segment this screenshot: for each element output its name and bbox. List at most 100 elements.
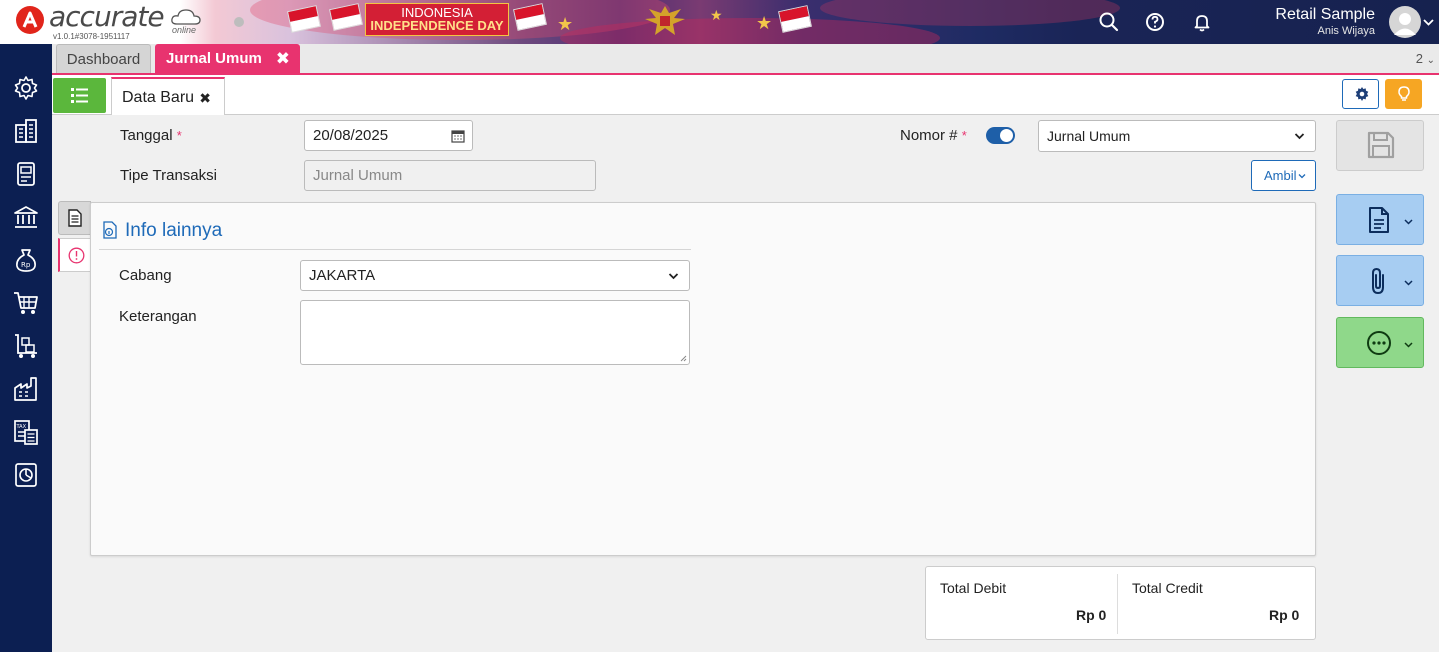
cabang-value: JAKARTA (309, 267, 376, 284)
nomor-label-text: Nomor # (900, 127, 958, 144)
factory-icon[interactable] (12, 375, 40, 403)
tanggal-label: Tanggal * (120, 127, 182, 144)
totals-box: Total Debit Rp 0 Total Credit Rp 0 (925, 566, 1316, 640)
avatar[interactable] (1389, 6, 1421, 38)
total-debit-label: Total Debit (940, 580, 1007, 596)
tab-label: Data Baru (122, 89, 195, 106)
chevron-down-icon (1404, 342, 1413, 348)
tab-count-value: 2 (1415, 51, 1423, 66)
banner-line2: INDEPENDENCE DAY (370, 18, 504, 33)
list-icon (71, 88, 88, 103)
chevron-down-icon (1404, 280, 1413, 286)
chevron-down-icon[interactable] (1423, 17, 1434, 27)
cloud-icon (171, 9, 201, 25)
star-icon: ★ (756, 13, 773, 33)
cabang-label: Cabang (119, 267, 172, 284)
tax-icon[interactable]: TAX (12, 418, 40, 446)
totals-divider (1117, 574, 1118, 634)
cabang-select[interactable]: JAKARTA (300, 260, 690, 291)
document-icon (1369, 207, 1389, 233)
tipe-transaksi-field: Jurnal Umum (304, 160, 596, 191)
total-credit-value: Rp 0 (1269, 607, 1300, 623)
print-document-button[interactable] (1336, 194, 1424, 245)
tips-button[interactable] (1385, 79, 1422, 109)
tanggal-value: 20/08/2025 (313, 127, 389, 144)
gear-icon (1355, 87, 1369, 101)
tab-count[interactable]: 2 ⌄ (1416, 51, 1435, 66)
tab-jurnal-umum[interactable]: Jurnal Umum ✖ (155, 44, 300, 73)
more-icon (1367, 331, 1391, 355)
settings-button[interactable] (1342, 79, 1379, 109)
info-lainnya-panel (90, 202, 1316, 556)
attachment-button[interactable] (1336, 255, 1424, 306)
bell-icon[interactable] (1190, 10, 1214, 34)
keterangan-textarea[interactable] (300, 300, 690, 365)
total-credit-label: Total Credit (1132, 580, 1203, 596)
list-view-button[interactable] (53, 78, 106, 113)
info-tab[interactable] (58, 238, 91, 272)
tab-dashboard[interactable]: Dashboard (56, 44, 151, 73)
accurate-logo-icon (16, 6, 44, 34)
sidebar: Rp TAX (0, 44, 52, 652)
nomor-label: Nomor # * (900, 127, 967, 144)
inventory-cart-icon[interactable] (12, 332, 40, 360)
app-version: v1.0.1#3078-1951117 (53, 32, 130, 41)
money-bag-icon[interactable]: Rp (12, 246, 40, 274)
calendar-icon[interactable] (451, 129, 465, 143)
company-icon[interactable] (12, 117, 40, 145)
close-icon[interactable]: ✖ (276, 44, 290, 73)
document-icon (68, 209, 82, 227)
svg-text:Rp: Rp (21, 261, 31, 269)
nomor-select[interactable]: Jurnal Umum (1038, 120, 1316, 152)
total-debit-value: Rp 0 (1076, 607, 1107, 623)
toggle-knob (1000, 129, 1013, 142)
paperclip-icon (1372, 267, 1384, 295)
report-chart-icon[interactable] (12, 461, 40, 489)
user-name: Anis Wijaya (1317, 25, 1375, 37)
info-icon (68, 247, 85, 264)
logo-wordmark: accurate (49, 0, 165, 33)
logo-online-label: online (172, 25, 197, 35)
required-mark: * (176, 128, 182, 143)
section-title: Info lainnya (125, 220, 223, 241)
info-document-icon (103, 221, 117, 239)
garuda-emblem-icon (641, 3, 689, 38)
gear-icon[interactable] (12, 74, 40, 102)
tipe-transaksi-value: Jurnal Umum (313, 167, 403, 184)
resize-handle-icon[interactable] (680, 355, 687, 362)
tanggal-field[interactable]: 20/08/2025 (304, 120, 473, 151)
chevron-down-icon (668, 272, 679, 279)
nomor-select-value: Jurnal Umum (1047, 128, 1131, 144)
detail-tab[interactable] (58, 201, 91, 235)
keterangan-label: Keterangan (119, 308, 197, 325)
cart-icon[interactable] (12, 289, 40, 317)
star-icon: ★ (557, 14, 574, 34)
save-button[interactable] (1336, 120, 1424, 171)
sub-header (52, 75, 1439, 115)
bank-icon[interactable] (12, 203, 40, 231)
svg-text:TAX: TAX (16, 424, 27, 430)
star-icon: ★ (710, 7, 723, 23)
section-divider (99, 249, 691, 250)
chevron-down-icon (1298, 174, 1306, 179)
tanggal-label-text: Tanggal (120, 127, 173, 144)
ambil-button[interactable]: Ambil (1251, 160, 1316, 191)
search-icon[interactable] (1097, 10, 1121, 34)
nomor-auto-toggle[interactable] (986, 127, 1015, 144)
status-dot (234, 17, 244, 27)
floppy-disk-icon (1367, 131, 1395, 159)
company-name[interactable]: Retail Sample (1275, 6, 1375, 24)
tab-label: Jurnal Umum (166, 50, 262, 67)
close-icon[interactable]: ✖ (199, 90, 211, 107)
help-icon[interactable] (1143, 10, 1167, 34)
tipe-transaksi-label: Tipe Transaksi (120, 167, 217, 184)
more-actions-button[interactable] (1336, 317, 1424, 368)
tab-data-baru[interactable]: Data Baru ✖ (111, 77, 225, 115)
chevron-down-icon (1294, 133, 1305, 140)
independence-banner: INDONESIA INDEPENDENCE DAY (365, 3, 509, 36)
ambil-label: Ambil (1264, 168, 1297, 183)
required-mark: * (961, 128, 967, 143)
chevron-down-icon: ⌄ (1426, 55, 1435, 66)
chevron-down-icon (1404, 219, 1413, 225)
ledger-icon[interactable] (12, 160, 40, 188)
